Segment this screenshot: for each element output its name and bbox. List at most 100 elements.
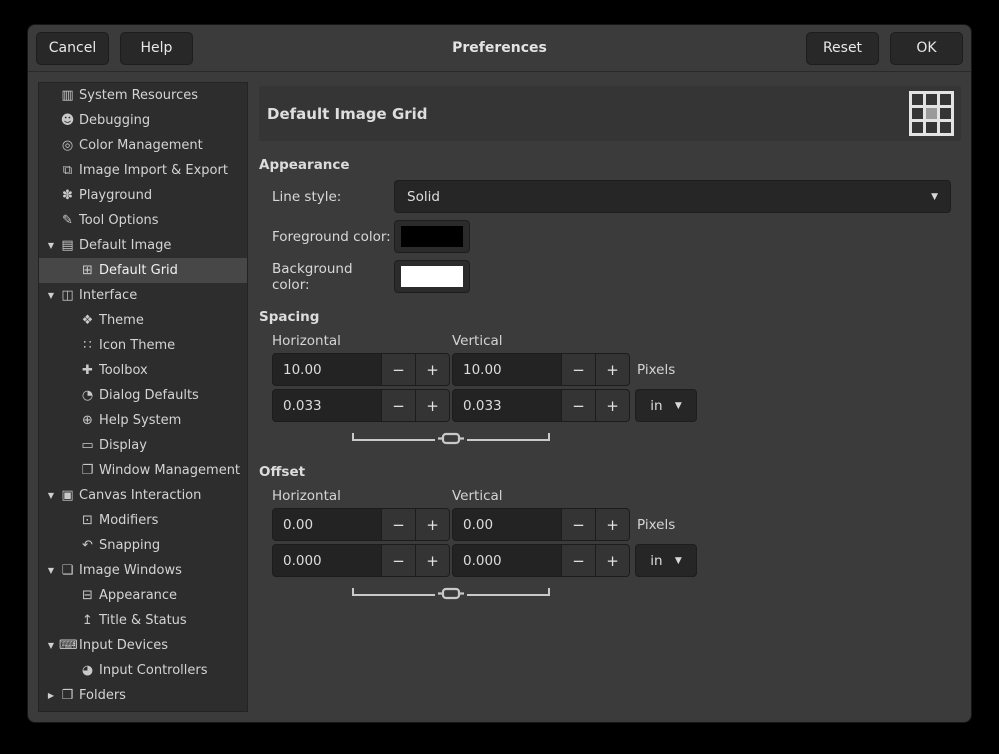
sidebar-item-system-resources[interactable]: ▥System Resources [39, 83, 247, 108]
background-color-swatch [401, 266, 463, 287]
offset-unit-dropdown[interactable]: in ▼ [635, 544, 697, 577]
minus-icon[interactable]: − [561, 545, 595, 576]
minus-icon[interactable]: − [381, 545, 415, 576]
offset-vertical-unit-input[interactable]: 0.000 [453, 545, 561, 576]
expander-icon[interactable]: ▼ [43, 241, 59, 250]
sidebar-item-label: Input Controllers [99, 663, 208, 678]
expander-icon[interactable]: ▶ [43, 691, 59, 700]
plus-icon[interactable]: + [595, 354, 629, 385]
sidebar-item-label: Image Windows [79, 563, 182, 578]
sidebar-item-label: Debugging [79, 113, 150, 128]
expander-icon[interactable]: ▼ [43, 641, 59, 650]
canvas-interaction-icon: ▣ [59, 488, 76, 503]
sidebar-item-label: System Resources [79, 88, 198, 103]
dialog-body: ▥System Resources☻Debugging◎Color Manage… [28, 72, 971, 722]
theme-icon: ❖ [79, 313, 96, 328]
sidebar-item-color-management[interactable]: ◎Color Management [39, 133, 247, 158]
default-grid-icon: ⊞ [79, 263, 96, 278]
system-resources-icon: ▥ [59, 88, 76, 103]
spacing-chain-button[interactable] [351, 430, 551, 446]
spacing-vertical-unit-input[interactable]: 0.033 [453, 390, 561, 421]
sidebar-item-tool-options[interactable]: ✎Tool Options [39, 208, 247, 233]
sidebar-item-label: Tool Options [79, 213, 159, 228]
plus-icon[interactable]: + [415, 354, 449, 385]
sidebar-item-playground[interactable]: ✽Playground [39, 183, 247, 208]
sidebar-item-theme[interactable]: ❖Theme [39, 308, 247, 333]
sidebar-item-interface[interactable]: ▼◫Interface [39, 283, 247, 308]
sidebar-item-label: Interface [79, 288, 137, 303]
spacing-pixels-unit-label: Pixels [637, 362, 675, 378]
line-style-dropdown[interactable]: Solid ▼ [394, 180, 951, 213]
offset-vertical-pixels-input[interactable]: 0.00 [453, 509, 561, 540]
playground-icon: ✽ [59, 188, 76, 203]
sidebar-item-label: Input Devices [79, 638, 168, 653]
display-icon: ▭ [79, 438, 96, 453]
spacing-unit-dropdown[interactable]: in ▼ [635, 389, 697, 422]
help-button[interactable]: Help [120, 32, 193, 65]
spacing-horizontal-pixels-input[interactable]: 10.00 [273, 354, 381, 385]
sidebar-item-folders[interactable]: ▶❒Folders [39, 683, 247, 708]
offset-heading: Offset [259, 464, 961, 480]
line-style-label: Line style: [272, 189, 394, 205]
plus-icon[interactable]: + [595, 545, 629, 576]
sidebar-item-label: Icon Theme [99, 338, 175, 353]
spacing-horizontal-unit-input[interactable]: 0.033 [273, 390, 381, 421]
page-title: Default Image Grid [267, 105, 428, 123]
plus-icon[interactable]: + [595, 509, 629, 540]
offset-horizontal-pixels-input[interactable]: 0.00 [273, 509, 381, 540]
sidebar-item-canvas-interaction[interactable]: ▼▣Canvas Interaction [39, 483, 247, 508]
sidebar-item-help-system[interactable]: ⊕Help System [39, 408, 247, 433]
sidebar-item-display[interactable]: ▭Display [39, 433, 247, 458]
plus-icon[interactable]: + [415, 509, 449, 540]
sidebar-item-label: Display [99, 438, 147, 453]
sidebar-item-image-windows[interactable]: ▼❏Image Windows [39, 558, 247, 583]
ok-button[interactable]: OK [890, 32, 963, 65]
sidebar-item-icon-theme[interactable]: ∷Icon Theme [39, 333, 247, 358]
sidebar-item-appearance[interactable]: ⊟Appearance [39, 583, 247, 608]
header-right-buttons: Reset OK [806, 32, 963, 65]
sidebar-item-title-and-status[interactable]: ↥Title & Status [39, 608, 247, 633]
help-system-icon: ⊕ [79, 413, 96, 428]
offset-unit-value: in [650, 553, 662, 569]
sidebar-item-image-import-and-export[interactable]: ⧉Image Import & Export [39, 158, 247, 183]
sidebar-item-input-devices[interactable]: ▼⌨Input Devices [39, 633, 247, 658]
plus-icon[interactable]: + [415, 390, 449, 421]
sidebar-item-dialog-defaults[interactable]: ◔Dialog Defaults [39, 383, 247, 408]
dialog-defaults-icon: ◔ [79, 388, 96, 403]
offset-chain-button[interactable] [351, 585, 551, 601]
minus-icon[interactable]: − [381, 390, 415, 421]
plus-icon[interactable]: + [595, 390, 629, 421]
minus-icon[interactable]: − [561, 509, 595, 540]
sidebar-item-debugging[interactable]: ☻Debugging [39, 108, 247, 133]
appearance-icon: ⊟ [79, 588, 96, 603]
offset-vertical-label: Vertical [452, 488, 632, 504]
sidebar-item-modifiers[interactable]: ⊡Modifiers [39, 508, 247, 533]
foreground-color-button[interactable] [394, 220, 470, 253]
expander-icon[interactable]: ▼ [43, 291, 59, 300]
sidebar-item-default-image[interactable]: ▼▤Default Image [39, 233, 247, 258]
sidebar-item-label: Canvas Interaction [79, 488, 201, 503]
sidebar-item-input-controllers[interactable]: ◕Input Controllers [39, 658, 247, 683]
offset-horizontal-unit-input[interactable]: 0.000 [273, 545, 381, 576]
sidebar-item-default-grid[interactable]: ⊞Default Grid [39, 258, 247, 283]
snapping-icon: ↶ [79, 538, 96, 553]
sidebar-item-window-management[interactable]: ❐Window Management [39, 458, 247, 483]
minus-icon[interactable]: − [561, 354, 595, 385]
sidebar-item-toolbox[interactable]: ✚Toolbox [39, 358, 247, 383]
foreground-color-label: Foreground color: [272, 229, 394, 245]
reset-button[interactable]: Reset [806, 32, 879, 65]
spacing-vertical-pixels-input[interactable]: 10.00 [453, 354, 561, 385]
expander-icon[interactable]: ▼ [43, 491, 59, 500]
input-devices-icon: ⌨ [59, 638, 76, 653]
sidebar-item-snapping[interactable]: ↶Snapping [39, 533, 247, 558]
expander-icon[interactable]: ▼ [43, 566, 59, 575]
minus-icon[interactable]: − [561, 390, 595, 421]
minus-icon[interactable]: − [381, 354, 415, 385]
cancel-button[interactable]: Cancel [36, 32, 109, 65]
minus-icon[interactable]: − [381, 509, 415, 540]
input-controllers-icon: ◕ [79, 663, 96, 678]
folders-icon: ❒ [59, 688, 76, 703]
image-windows-icon: ❏ [59, 563, 76, 578]
background-color-button[interactable] [394, 260, 470, 293]
plus-icon[interactable]: + [415, 545, 449, 576]
